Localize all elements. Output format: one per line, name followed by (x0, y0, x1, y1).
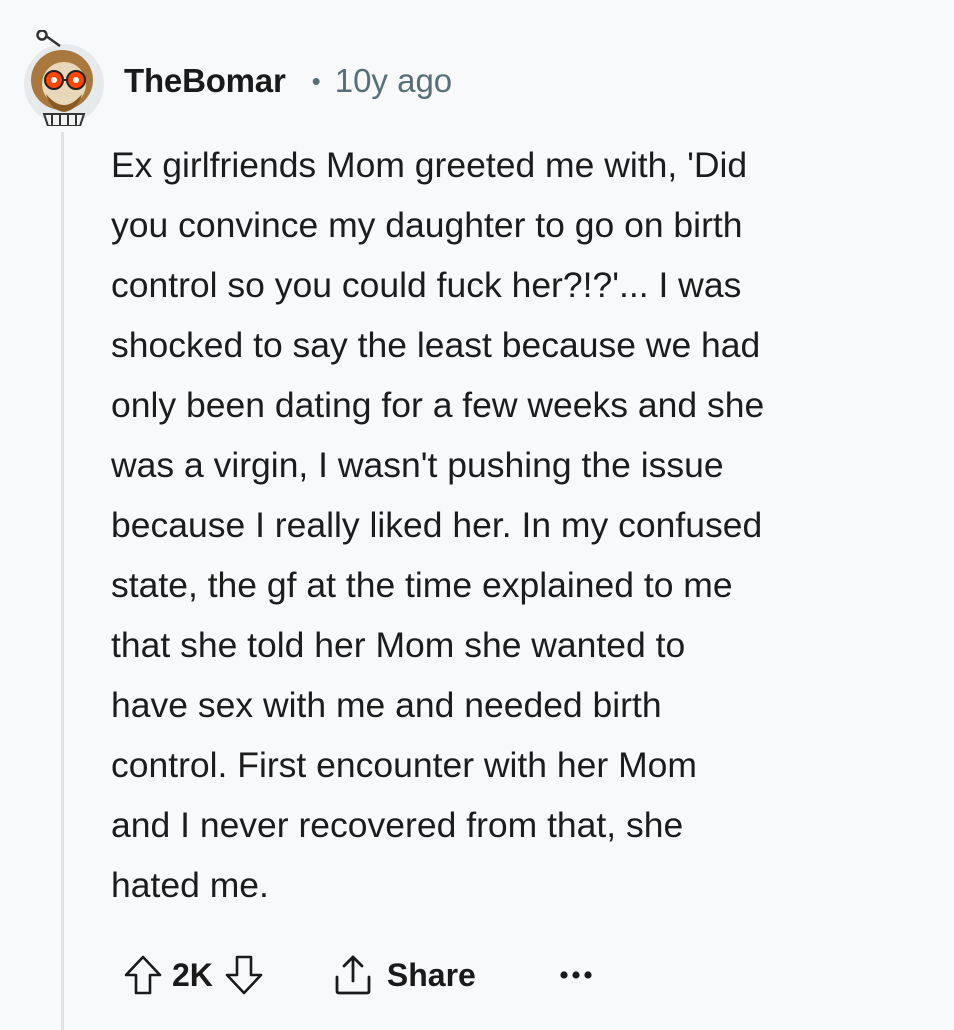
comment-body-line: and I never recovered from that, she (111, 805, 684, 845)
meta-separator: • (311, 65, 321, 96)
comment-body-line: because I really liked her. In my confus… (111, 505, 763, 545)
comment-body-line: only been dating for a few weeks and she (111, 385, 765, 425)
vote-score: 2K (172, 956, 213, 993)
comment-body-line: Ex girlfriends Mom greeted me with, 'Did (111, 145, 748, 185)
comment-actions: 2K Share (118, 946, 604, 1004)
comment-body-line: control so you could fuck her?!?'... I w… (111, 265, 742, 305)
comment-body-line: hated me. (111, 865, 269, 905)
downvote-button[interactable] (219, 950, 269, 1000)
comment-body-line: you convince my daughter to go on birth (111, 205, 743, 245)
arrow-down-outline-icon (225, 955, 263, 995)
comment-body-line: that she told her Mom she wanted to (111, 625, 686, 665)
share-button[interactable]: Share (331, 953, 476, 997)
comment-body-line: state, the gf at the time explained to m… (111, 565, 733, 605)
comment-body-line: have sex with me and needed birth (111, 685, 662, 725)
ellipsis-icon (560, 971, 592, 979)
share-icon (335, 955, 371, 995)
comment-body-line: shocked to say the least because we had (111, 325, 761, 365)
arrow-up-outline-icon (124, 955, 162, 995)
more-options-button[interactable] (548, 950, 604, 1000)
avatar[interactable] (18, 29, 108, 127)
share-label: Share (386, 956, 476, 993)
comment-body: Ex girlfriends Mom greeted me with, 'Did… (111, 135, 941, 915)
avatar-snoo-icon (24, 29, 104, 127)
thread-line[interactable] (61, 132, 64, 1030)
comment-header: TheBomar • 10y ago (124, 56, 452, 106)
comment-body-line: was a virgin, I wasn't pushing the issue (111, 445, 724, 485)
timestamp[interactable]: 10y ago (335, 62, 452, 100)
upvote-button[interactable] (118, 950, 168, 1000)
comment-body-line: control. First encounter with her Mom (111, 745, 697, 785)
username-link[interactable]: TheBomar (124, 62, 286, 100)
